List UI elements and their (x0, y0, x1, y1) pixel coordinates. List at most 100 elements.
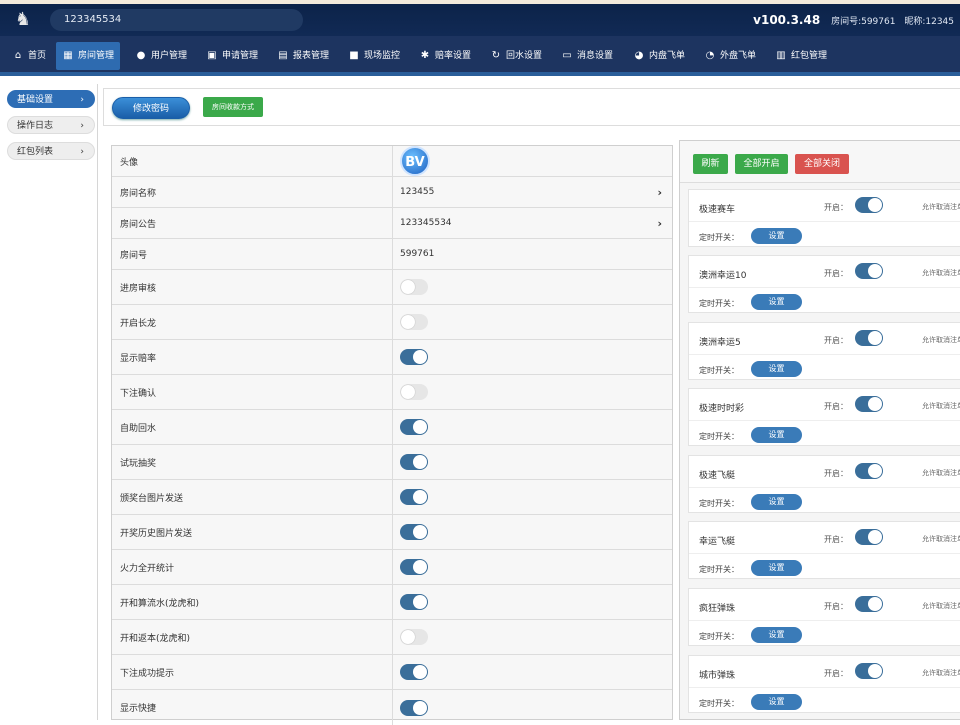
table-row: 进房审核 (112, 270, 672, 305)
divider (689, 487, 960, 488)
timer-set-button[interactable]: 设置 (751, 427, 802, 443)
game-open-toggle[interactable] (855, 463, 883, 479)
nav-live-monitor[interactable]: ■ 现场监控 (342, 42, 406, 70)
nav-redpacket-management-label: 红包管理 (791, 51, 828, 61)
setting-label: 房间公告 (112, 208, 393, 238)
nav-odds-settings[interactable]: ✱ 赔率设置 (413, 42, 477, 70)
nav-redpacket-management[interactable]: ▥ 红包管理 (769, 42, 833, 70)
nav-external-fly-label: 外盘飞单 (720, 51, 757, 61)
game-card: 极速飞艇 开启： 允许取消注单 定时开关： 设置 (688, 455, 960, 513)
show-shortcut-toggle[interactable] (400, 699, 428, 716)
divider (689, 420, 960, 421)
open-label: 开启： (824, 469, 848, 478)
avatar-cell: BV (393, 146, 672, 176)
setting-label: 头像 (112, 146, 393, 176)
table-row: 开和返本(龙虎和) (112, 620, 672, 655)
divider (689, 221, 960, 222)
room-notice-value: 123345534 (400, 218, 452, 228)
timer-set-button[interactable]: 设置 (751, 694, 802, 710)
self-rebate-toggle[interactable] (400, 419, 428, 435)
chevron-right-icon[interactable]: › (657, 217, 662, 230)
game-name: 极速赛车 (699, 205, 736, 215)
timer-set-button[interactable]: 设置 (751, 627, 802, 643)
nav-message-settings[interactable]: ▭ 消息设置 (555, 42, 619, 70)
podium-image-toggle[interactable] (400, 489, 428, 505)
room-number-value: 599761 (400, 249, 435, 259)
timer-set-button[interactable]: 设置 (751, 361, 802, 377)
table-row[interactable]: 房间名称 123455 › (112, 177, 672, 208)
trial-lottery-toggle[interactable] (400, 454, 428, 470)
logo-icon: ♞ (14, 9, 32, 30)
nav-apply-management[interactable]: ▣ 申请管理 (200, 42, 264, 70)
sidebar-item-redpacket-list[interactable]: 红包列表 › (7, 142, 95, 160)
timer-set-button[interactable]: 设置 (751, 294, 802, 310)
nav-report-management[interactable]: ▤ 报表管理 (271, 42, 335, 70)
history-image-toggle[interactable] (400, 524, 428, 540)
show-odds-toggle[interactable] (400, 349, 428, 365)
entry-review-toggle[interactable] (400, 279, 428, 295)
timer-label: 定时开关： (699, 632, 739, 641)
setting-label: 火力全开统计 (112, 550, 393, 584)
edit-password-button[interactable]: 修改密码 (112, 97, 190, 119)
nav-rebate-settings[interactable]: ↻ 回水设置 (484, 42, 548, 70)
nav-room-management[interactable]: ▦ 房间管理 (56, 42, 121, 70)
sidebar-item-operation-log[interactable]: 操作日志 › (7, 116, 95, 134)
close-all-button[interactable]: 全部关闭 (795, 154, 849, 174)
building-icon: ▦ (63, 50, 73, 61)
game-open-toggle[interactable] (855, 197, 883, 213)
nav-home[interactable]: ⌂ 首页 (6, 42, 52, 70)
game-name: 极速时时彩 (699, 404, 745, 414)
nav-message-settings-label: 消息设置 (577, 51, 614, 61)
nav-room-management-label: 房间管理 (78, 51, 115, 61)
game-open-toggle[interactable] (855, 396, 883, 412)
room-display: 123345534 (50, 9, 303, 31)
sidebar-item-label: 红包列表 (17, 147, 54, 157)
nav-odds-settings-label: 赔率设置 (435, 51, 472, 61)
full-stats-toggle[interactable] (400, 559, 428, 575)
open-all-button[interactable]: 全部开启 (735, 154, 788, 174)
calendar-icon: ▤ (278, 50, 288, 61)
setting-label: 自助回水 (112, 410, 393, 444)
timer-set-button[interactable]: 设置 (751, 228, 802, 244)
setting-label: 颁奖台图片发送 (112, 480, 393, 514)
nav-user-management[interactable]: ● 用户管理 (129, 42, 193, 70)
game-open-toggle[interactable] (855, 529, 883, 545)
avatar-text: BV (405, 155, 425, 170)
table-row: 显示赔率 (112, 340, 672, 375)
setting-label: 房间号 (112, 239, 393, 269)
nav-internal-fly[interactable]: ◕ 内盘飞单 (627, 42, 691, 70)
game-open-toggle[interactable] (855, 263, 883, 279)
palette-icon: ◕ (634, 50, 644, 61)
nav-external-fly[interactable]: ◔ 外盘飞单 (698, 42, 762, 70)
table-row[interactable]: 房间公告 123345534 › (112, 208, 672, 239)
bet-success-toggle[interactable] (400, 664, 428, 680)
app-header: ♞ 123345534 v100.3.48 房间号:599761 昵称:1234… (0, 4, 960, 36)
chevron-right-icon[interactable]: › (657, 186, 662, 199)
tie-flow-toggle[interactable] (400, 594, 428, 610)
game-open-toggle[interactable] (855, 663, 883, 679)
refresh-button[interactable]: 刷新 (693, 154, 728, 174)
bet-confirm-toggle[interactable] (400, 384, 428, 400)
chevron-right-icon: › (80, 121, 84, 131)
nav-live-monitor-label: 现场监控 (364, 51, 401, 61)
gear-icon: ✱ (420, 50, 430, 61)
long-dragon-toggle[interactable] (400, 314, 428, 330)
chevron-right-icon: › (80, 147, 84, 157)
table-row: 试玩抽奖 (112, 445, 672, 480)
table-row: 开奖历史图片发送 (112, 515, 672, 550)
game-open-toggle[interactable] (855, 596, 883, 612)
timer-set-button[interactable]: 设置 (751, 494, 802, 510)
allow-cancel-label: 允许取消注单 (922, 669, 960, 677)
game-open-toggle[interactable] (855, 330, 883, 346)
tie-refund-toggle[interactable] (400, 629, 428, 645)
avatar[interactable]: BV (400, 146, 430, 176)
payment-method-button[interactable]: 房间收款方式 (203, 97, 263, 117)
table-row: 头像 BV (112, 146, 672, 177)
timer-set-button[interactable]: 设置 (751, 560, 802, 576)
open-label: 开启： (824, 535, 848, 544)
sidebar-item-basic-settings[interactable]: 基础设置 › (7, 90, 95, 108)
chevron-right-icon: › (80, 95, 84, 105)
table-row: 开启长龙 (112, 305, 672, 340)
main-nav: ⌂ 首页 ▦ 房间管理 ● 用户管理 ▣ 申请管理 ▤ 报表管理 ■ 现场监控 ✱ 赔率设置 … (0, 36, 960, 76)
divider (689, 354, 960, 355)
